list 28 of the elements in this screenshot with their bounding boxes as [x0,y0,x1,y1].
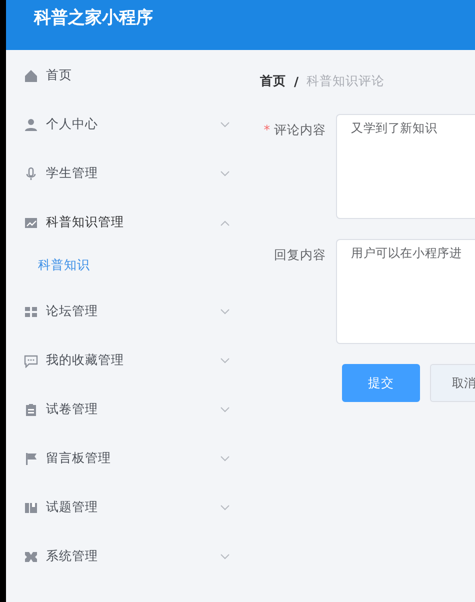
text-area[interactable]: 又学到了新知识 [336,114,475,219]
breadcrumb-link[interactable]: 首页 [260,72,286,90]
user-icon [24,118,38,132]
menu-item[interactable]: 个人中心 [6,100,246,149]
menu-item[interactable]: 试卷管理 [6,385,246,434]
menu-item[interactable]: 学生管理 [6,149,246,198]
menu-item[interactable]: 系统管理 [6,532,246,581]
required-mark: * [264,122,270,137]
menu-item[interactable]: 我的收藏管理 [6,336,246,385]
grid-icon [24,304,38,318]
cancel-button[interactable]: 取消 [430,364,475,402]
breadcrumb-current: 科普知识评论 [306,72,385,90]
menu-item[interactable]: 论坛管理 [6,287,246,336]
chat-icon [24,354,38,368]
field-label: 回复内容 [274,247,326,262]
breadcrumb-separator: / [294,74,299,88]
microphone-icon [24,166,38,180]
chart-icon [24,216,38,230]
book-icon [24,500,38,514]
clipboard-icon [24,402,38,416]
text-area[interactable]: 用户可以在小程序进 [336,239,475,344]
field-label: 评论内容 [274,122,326,137]
home-icon [24,68,38,82]
menu-item[interactable]: 试题管理 [6,483,246,532]
menu-item[interactable]: 留言板管理 [6,434,246,483]
app-title: 科普之家小程序 [34,6,153,28]
flag-icon [24,452,38,466]
menu-item[interactable]: 首页 [6,51,246,100]
